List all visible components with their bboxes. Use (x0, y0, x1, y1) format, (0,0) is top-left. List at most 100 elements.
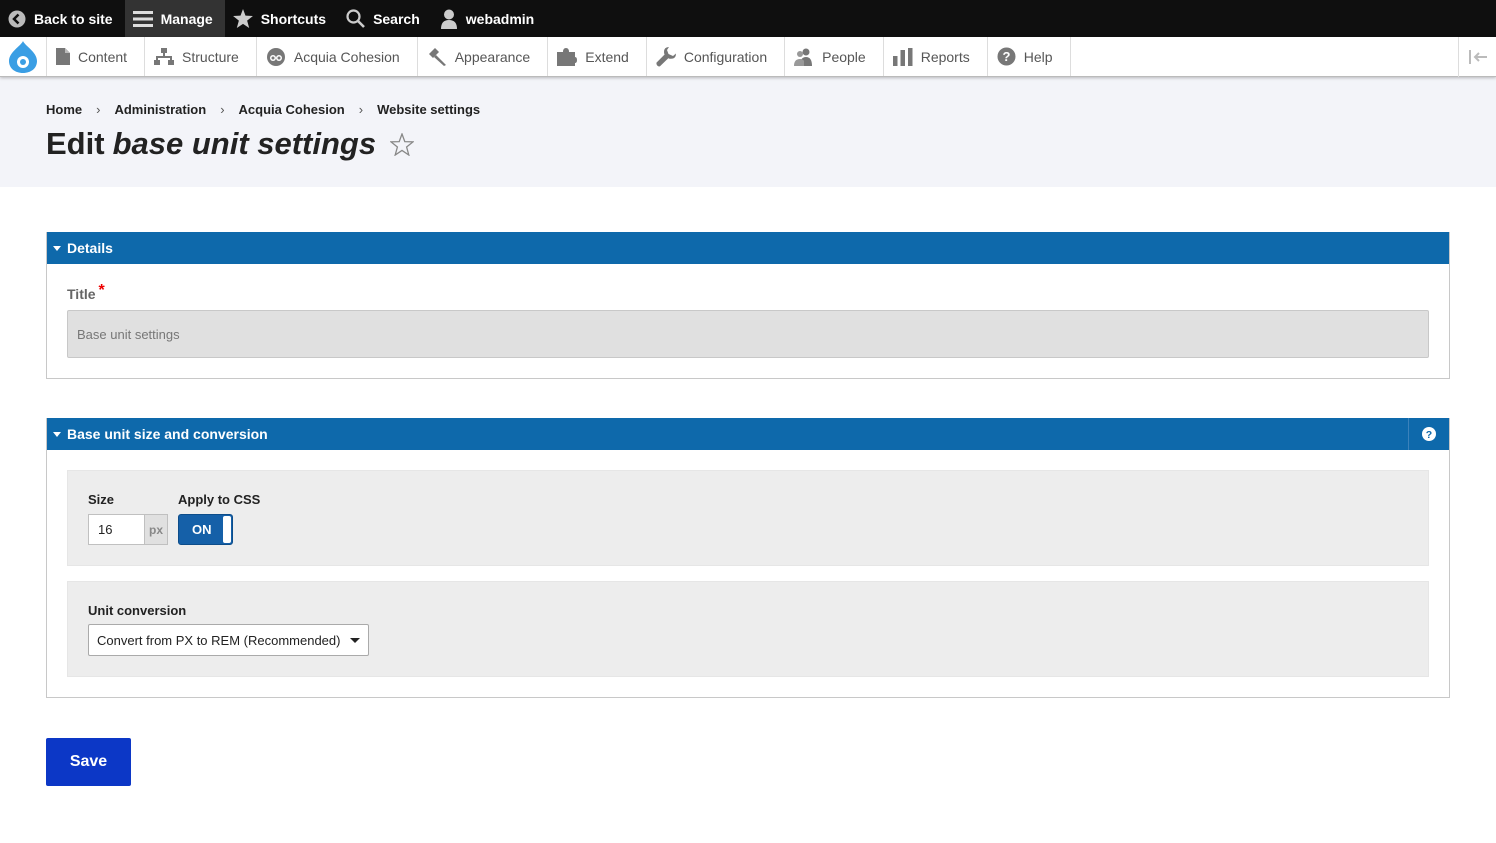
details-fieldset: Details Title * Base unit settings (46, 232, 1450, 379)
tray-item-extend[interactable]: Extend (548, 37, 647, 76)
size-input-value: 16 (98, 522, 113, 537)
apply-css-toggle[interactable]: ON (178, 514, 233, 545)
search-tab[interactable]: Search (338, 0, 432, 37)
base-unit-legend-label: Base unit size and conversion (67, 426, 268, 442)
base-unit-fieldset: Base unit size and conversion ? Size 16 … (46, 418, 1450, 698)
collapse-triangle-icon (53, 432, 61, 437)
size-label: Size (88, 492, 115, 507)
star-outline-icon (390, 132, 415, 156)
unit-conversion-value: Convert from PX to REM (Recommended) (97, 632, 341, 648)
details-legend-label: Details (67, 240, 113, 256)
admin-toolbar: Back to site Manage Shortcuts Search web… (0, 0, 1496, 37)
breadcrumb-website-settings[interactable]: Website settings (377, 102, 480, 117)
structure-icon (154, 48, 175, 65)
size-input[interactable]: 16 (88, 514, 144, 545)
title-input-value: Base unit settings (77, 326, 180, 342)
conversion-panel: Unit conversion Convert from PX to REM (… (67, 581, 1429, 677)
cohesion-icon (266, 47, 285, 66)
breadcrumb-separator: › (96, 102, 101, 117)
required-marker: * (98, 282, 105, 299)
details-body: Title * Base unit settings (47, 264, 1449, 378)
size-unit-suffix: px (144, 514, 168, 545)
save-button[interactable]: Save (46, 738, 131, 786)
unit-conversion-select[interactable]: Convert from PX to REM (Recommended) (88, 624, 369, 656)
drupal-logo[interactable] (0, 37, 47, 76)
tray-item-configuration[interactable]: Configuration (647, 37, 786, 76)
breadcrumb-acquia-cohesion[interactable]: Acquia Cohesion (239, 102, 345, 117)
collapse-triangle-icon (53, 246, 61, 251)
breadcrumb: Home › Administration › Acquia Cohesion … (46, 102, 1450, 117)
user-tab[interactable]: webadmin (432, 0, 546, 37)
title-label-text: Title (67, 286, 96, 302)
details-legend[interactable]: Details (47, 232, 1449, 264)
hamburger-icon (132, 10, 153, 27)
user-icon (440, 9, 457, 29)
star-icon (232, 9, 253, 28)
title-label: Title * (67, 282, 1429, 303)
search-icon (346, 9, 365, 28)
help-button[interactable]: ? (1408, 418, 1449, 450)
breadcrumb-separator: › (358, 102, 364, 117)
svg-text:?: ? (1002, 49, 1010, 64)
main-content: Details Title * Base unit settings Base … (0, 187, 1496, 786)
unit-conversion-label: Unit conversion (88, 603, 187, 618)
tray-item-content[interactable]: Content (47, 37, 146, 76)
back-to-site-link[interactable]: Back to site (0, 0, 125, 37)
tray-item-help[interactable]: ? Help (988, 37, 1071, 76)
back-to-site-label: Back to site (34, 10, 113, 27)
tray-item-reports[interactable]: Reports (884, 37, 988, 76)
apply-css-label: Apply to CSS (178, 492, 261, 507)
back-arrow-icon (8, 10, 26, 27)
page-title-emphasis: base unit settings (112, 126, 377, 161)
wrench-icon (656, 46, 676, 66)
toggle-knob (223, 516, 231, 543)
search-label: Search (373, 10, 420, 27)
tray-item-structure[interactable]: Structure (145, 37, 257, 76)
admin-tray: Content Structure Acquia Cohesion Appear… (0, 37, 1496, 77)
tray-item-label: People (822, 48, 866, 65)
base-unit-body: Size 16 px Apply to CSS ON Unit conversi… (47, 450, 1449, 697)
tray-orientation-toggle[interactable] (1458, 37, 1496, 77)
shortcuts-label: Shortcuts (260, 10, 327, 27)
page-title-prefix: Edit (46, 126, 105, 161)
breadcrumb-home[interactable]: Home (46, 102, 82, 117)
puzzle-icon (557, 47, 578, 66)
drupal-drop-icon (9, 40, 37, 73)
breadcrumb-separator: › (220, 102, 225, 117)
tray-item-label: Configuration (683, 48, 768, 65)
page-header: Home › Administration › Acquia Cohesion … (0, 77, 1496, 187)
page-title: Edit base unit settings (46, 126, 1450, 162)
tray-item-acquia-cohesion[interactable]: Acquia Cohesion (257, 37, 418, 76)
shortcuts-tab[interactable]: Shortcuts (225, 0, 338, 37)
tray-item-label: Extend (585, 48, 629, 65)
manage-tab[interactable]: Manage (124, 0, 225, 37)
title-input[interactable]: Base unit settings (67, 310, 1429, 358)
chevron-down-icon (350, 638, 360, 643)
paintbrush-icon (428, 47, 446, 66)
tray-item-label: Structure (182, 48, 239, 65)
collapse-left-icon (1468, 50, 1487, 64)
add-shortcut-star[interactable] (390, 132, 415, 156)
user-label: webadmin (465, 10, 535, 27)
tray-item-appearance[interactable]: Appearance (418, 37, 549, 76)
size-panel: Size 16 px Apply to CSS ON (67, 470, 1429, 566)
file-icon (56, 48, 70, 65)
help-icon: ? (997, 47, 1016, 66)
svg-text:?: ? (1426, 429, 1432, 441)
apply-css-group: Apply to CSS ON (178, 492, 260, 565)
tray-item-people[interactable]: People (785, 37, 884, 76)
toggle-state-label: ON (192, 522, 212, 537)
size-row: 16 px (88, 514, 178, 545)
tray-item-label: Acquia Cohesion (293, 48, 400, 65)
tray-item-label: Help (1023, 48, 1053, 65)
people-icon (794, 48, 813, 66)
tray-item-label: Appearance (454, 48, 531, 65)
size-group: Size 16 px (88, 492, 178, 565)
breadcrumb-administration[interactable]: Administration (114, 102, 206, 117)
tray-item-label: Reports (920, 48, 970, 65)
tray-item-label: Content (78, 48, 128, 65)
bar-chart-icon (892, 47, 913, 66)
help-icon: ? (1422, 427, 1436, 441)
manage-label: Manage (160, 10, 213, 27)
base-unit-legend[interactable]: Base unit size and conversion ? (47, 418, 1449, 450)
